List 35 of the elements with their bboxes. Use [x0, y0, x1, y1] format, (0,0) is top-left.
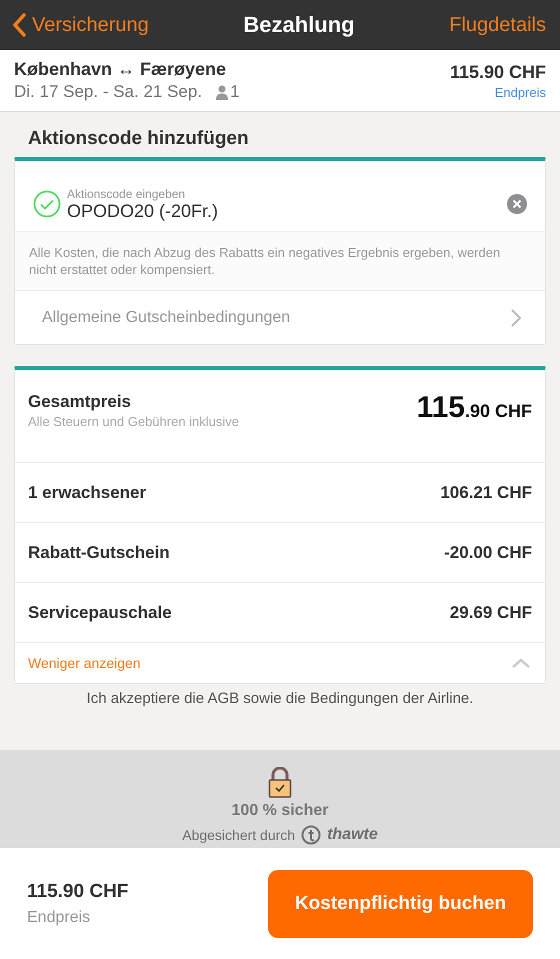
price-item-amount: 106.21 CHF: [440, 482, 532, 502]
chevron-up-icon: [510, 656, 532, 670]
discount-note: Alle Kosten, die nach Abzug des Rabatts ein negatives Ergebnis ergeben, werden nicht erstattet oder kompensiert.: [15, 231, 545, 290]
book-button[interactable]: Kostenpflichtig buchen: [268, 870, 533, 938]
chevron-right-icon: [511, 308, 521, 326]
circle-logo-icon: [301, 825, 322, 845]
promo-code-field[interactable]: Aktionscode eingeben OPODO20 (-20Fr.): [15, 161, 545, 231]
back-icon: [12, 13, 26, 37]
route-title: København ↔ Færøyene: [14, 59, 228, 80]
security-title: 100 % sicher: [232, 802, 328, 820]
final-price-label: Endpreis: [27, 908, 92, 926]
secured-by-text: Abgesichert durch: [182, 827, 296, 843]
travel-dates: Di. 17 Sep. - Sa. 21 Sep.: [14, 82, 202, 102]
price-item-label: Rabatt-Gutschein: [28, 542, 170, 562]
terms-acceptance-text: Ich akzeptiere die AGB sowie die Bedingungen der Airline.: [86, 690, 474, 707]
trip-price: 115.90 CHF: [450, 62, 546, 82]
voucher-terms-link[interactable]: Allgemeine Gutscheinbedingungen: [15, 290, 545, 344]
price-item-label: Servicepauschale: [28, 602, 172, 622]
brand-logo: thawte: [327, 826, 378, 844]
price-label: Endpreis: [494, 84, 546, 100]
traveller-count: 1: [230, 82, 240, 102]
person-icon: [216, 84, 228, 100]
price-item-amount: -20.00 CHF: [444, 542, 532, 562]
padlock-icon: [268, 767, 292, 798]
section-heading: Aktionscode hinzufügen: [27, 127, 250, 151]
tax-note: Alle Steuern und Gebühren inklusive: [28, 414, 240, 428]
flight-details-button[interactable]: Flugdetails: [449, 14, 546, 36]
price-item-amount: 29.69 CHF: [450, 602, 532, 622]
total-label: Gesamtpreis: [28, 392, 132, 412]
back-button[interactable]: Versicherung: [12, 13, 149, 37]
page-title: Bezahlung: [243, 12, 355, 38]
total-amount: 115.90 CHF: [416, 391, 532, 425]
final-price: 115.90 CHF: [27, 880, 128, 902]
clear-icon[interactable]: [507, 194, 527, 214]
price-item-label: 1 erwachsener: [28, 482, 146, 502]
